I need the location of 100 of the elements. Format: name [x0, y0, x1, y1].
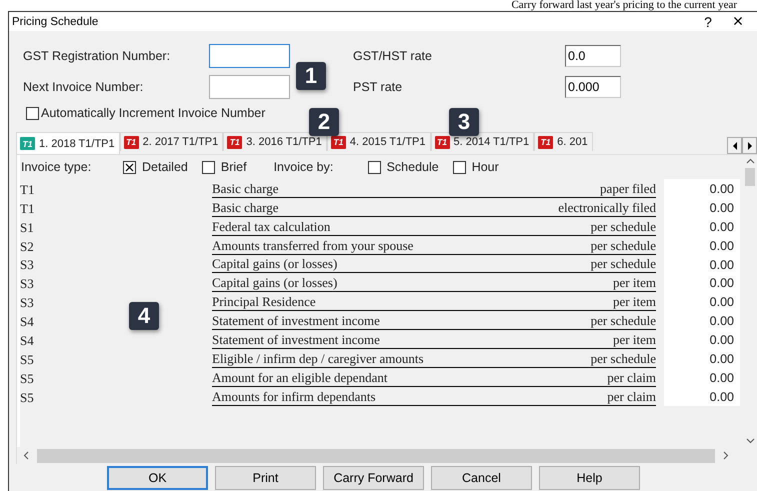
- form-icon: T1: [20, 137, 35, 150]
- dialog-button[interactable]: OK: [107, 466, 208, 490]
- dialog-button[interactable]: Help: [539, 466, 640, 490]
- form-icon: T1: [124, 136, 139, 148]
- unit-text: per schedule: [590, 350, 656, 367]
- scroll-left-button[interactable]: [727, 137, 742, 154]
- tab[interactable]: T1 3. 2016 T1/TP1: [223, 132, 327, 151]
- item-name: Capital gains (or losses): [212, 275, 338, 292]
- checkbox[interactable]: [452, 160, 466, 174]
- unit-text: electronically filed: [558, 200, 656, 216]
- cross-mark-icon: [125, 162, 134, 172]
- form-code: S4: [20, 333, 34, 348]
- caption-text: Carry forward last year's pricing to the current year: [510, 0, 738, 11]
- item-name: Basic charge: [212, 200, 279, 216]
- callout-badge: 2: [309, 108, 339, 136]
- rate-field[interactable]: 0.000: [565, 76, 621, 98]
- unit-text: per item: [613, 332, 656, 348]
- field-label: GST/HST rate: [353, 49, 433, 63]
- form-code: T1: [20, 200, 34, 216]
- field-label: Next Invoice Number:: [23, 80, 144, 94]
- price-field[interactable]: 0.00: [664, 216, 740, 236]
- price-field[interactable]: 0.00: [664, 273, 740, 292]
- form-code: S4: [20, 314, 34, 330]
- price-field[interactable]: 0.00: [664, 198, 740, 217]
- right-arrow-icon: [746, 142, 752, 150]
- unit-text: per item: [613, 294, 656, 310]
- price-field[interactable]: 0.00: [664, 349, 740, 368]
- checkbox-label: Schedule: [386, 160, 439, 174]
- unit-text: per schedule: [590, 238, 656, 254]
- text-field[interactable]: [209, 44, 290, 68]
- form-code: S2: [20, 238, 34, 254]
- rate-field[interactable]: 0.0: [565, 45, 621, 67]
- unit-text: per item: [613, 275, 656, 292]
- checkbox[interactable]: [368, 160, 381, 174]
- checkbox-label: Hour: [472, 160, 499, 174]
- price-field[interactable]: 0.00: [664, 254, 740, 274]
- unit-text: paper filed: [600, 180, 656, 197]
- callout-badge: 1: [296, 62, 326, 90]
- scroll-right-button[interactable]: [742, 137, 757, 154]
- price-field[interactable]: 0.00: [664, 311, 740, 330]
- checkbox-label: Automatically Increment Invoice Number: [41, 106, 266, 120]
- checkbox[interactable]: [26, 106, 39, 120]
- unit-text: per schedule: [590, 218, 656, 235]
- item-name: Basic charge: [212, 180, 279, 197]
- item-name: Principal Residence: [212, 294, 316, 310]
- item-name: Federal tax calculation: [212, 218, 330, 235]
- price-field[interactable]: 0.00: [664, 330, 740, 350]
- item-name: Capital gains (or losses): [212, 256, 338, 272]
- form-icon: T1: [330, 136, 346, 148]
- tab[interactable]: T1 4. 2015 T1/TP1: [326, 132, 430, 151]
- form-code: S3: [20, 257, 34, 272]
- option-label: Invoice type:: [20, 160, 92, 174]
- price-field[interactable]: 0.00: [664, 368, 740, 387]
- left-arrow-icon: [732, 142, 738, 150]
- vertical-scrollbar[interactable]: [743, 155, 757, 447]
- tab[interactable]: T1 5. 2014 T1/TP1: [430, 132, 534, 151]
- window-title: Pricing Schedule: [12, 16, 100, 28]
- checkbox[interactable]: [202, 160, 215, 174]
- checkbox-label: Detailed: [142, 160, 188, 174]
- item-name: Statement of investment income: [212, 332, 380, 348]
- callout-badge: 3: [449, 108, 479, 136]
- dialog-button[interactable]: Cancel: [431, 466, 532, 490]
- unit-text: per claim: [607, 370, 656, 386]
- item-name: Statement of investment income: [212, 313, 380, 330]
- tab[interactable]: T1 1. 2018 T1/TP1: [16, 132, 120, 154]
- unit-text: per schedule: [590, 256, 656, 272]
- price-field[interactable]: 0.00: [664, 386, 740, 406]
- field-label: PST rate: [353, 80, 404, 94]
- callout-badge: 4: [129, 302, 159, 330]
- close-button[interactable]: ×: [723, 11, 753, 32]
- scroll-thumb[interactable]: [745, 168, 755, 186]
- form-code: S1: [20, 220, 34, 235]
- form-code: S5: [20, 390, 34, 405]
- form-icon: T1: [538, 136, 554, 148]
- form-code: S5: [20, 352, 34, 367]
- tab[interactable]: T1 6. 201: [534, 132, 593, 151]
- form-code: T1: [20, 182, 34, 197]
- checkbox-label: Brief: [220, 160, 247, 174]
- dialog-button[interactable]: Print: [215, 466, 316, 490]
- checkbox[interactable]: [123, 160, 136, 174]
- item-name: Eligible / infirm dep / caregiver amounts: [212, 350, 424, 367]
- help-button[interactable]: ?: [693, 14, 723, 30]
- form-code: S3: [20, 295, 34, 310]
- field-label: GST Registration Number:: [23, 49, 172, 63]
- dialog-button[interactable]: Carry Forward: [323, 466, 424, 490]
- unit-text: per claim: [607, 388, 656, 405]
- text-field[interactable]: [209, 75, 290, 99]
- item-name: Amounts transferred from your spouse: [212, 238, 414, 254]
- form-code: S5: [20, 370, 34, 386]
- item-name: Amount for an eligible dependant: [212, 370, 388, 386]
- option-label: Invoice by:: [272, 160, 334, 174]
- form-icon: T1: [434, 136, 450, 148]
- form-icon: T1: [227, 136, 242, 148]
- price-field[interactable]: 0.00: [664, 179, 740, 198]
- unit-text: per schedule: [590, 313, 656, 330]
- tab[interactable]: T1 2. 2017 T1/TP1: [120, 132, 224, 151]
- price-field[interactable]: 0.00: [664, 292, 740, 312]
- price-field[interactable]: 0.00: [664, 236, 740, 255]
- form-code: S3: [20, 276, 34, 292]
- item-name: Amounts for infirm dependants: [212, 388, 376, 405]
